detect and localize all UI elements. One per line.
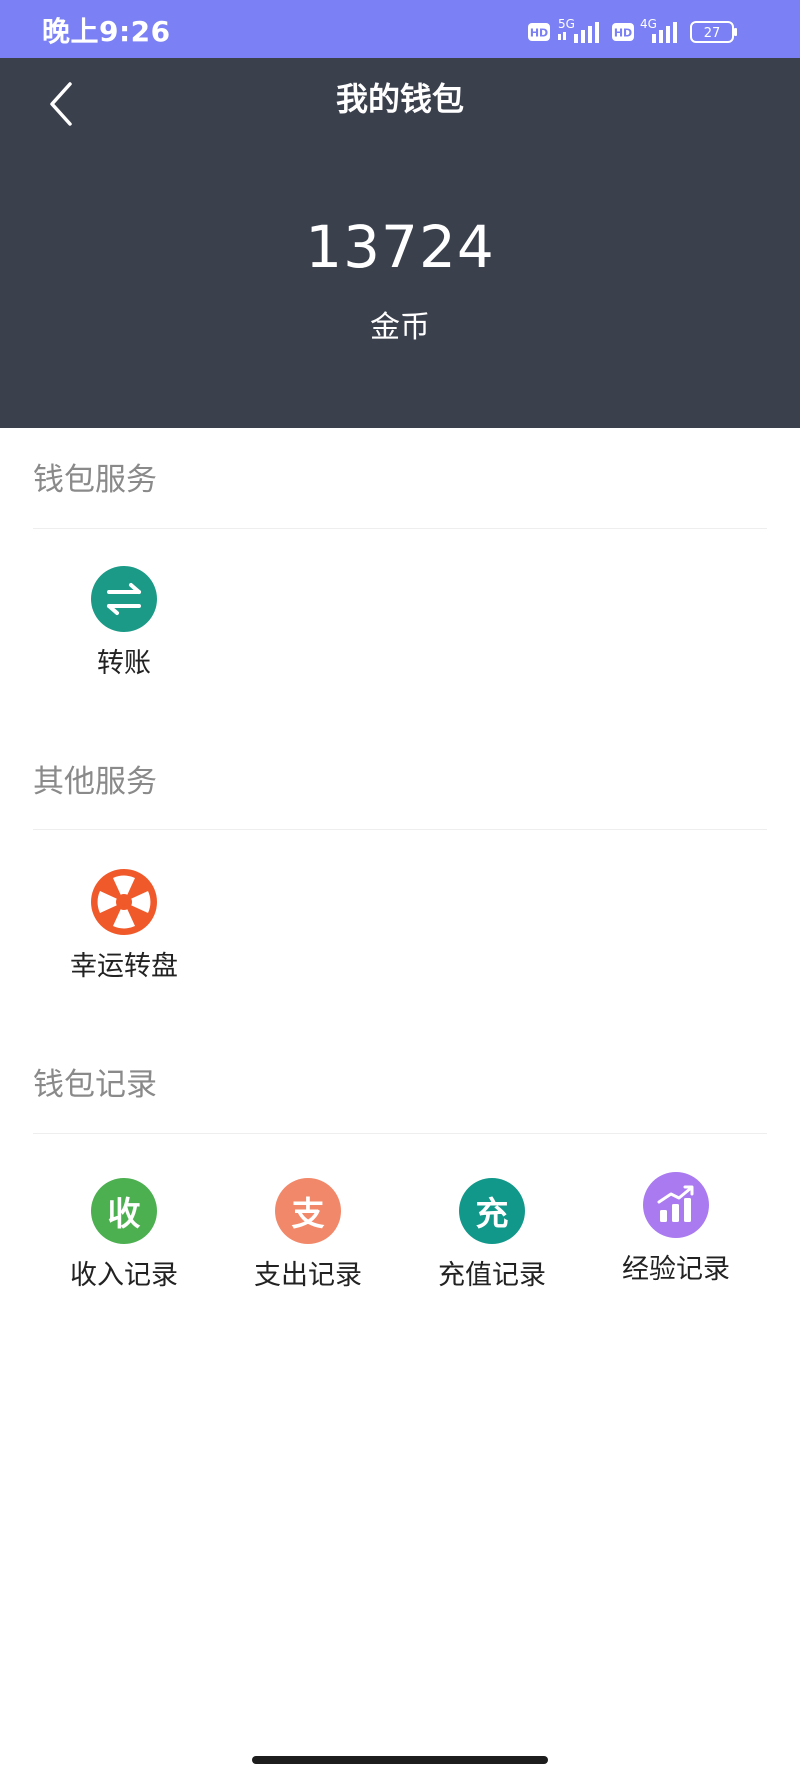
status-time: 晚上9:26 [42, 15, 171, 48]
tile-label: 充值记录 [438, 1260, 546, 1291]
income-records-button[interactable]: 收 收入记录 [32, 1178, 216, 1289]
transfer-icon [91, 566, 157, 632]
transfer-button[interactable]: 转账 [32, 566, 216, 677]
tile-label: 支出记录 [254, 1260, 362, 1291]
lucky-wheel-button[interactable]: 幸运转盘 [32, 869, 216, 980]
hd-badge-icon: HD [612, 23, 634, 45]
wallet-page: 晚上9:26 HD 5G HD 4G 27 我的钱包 13724 金币 钱包服务… [0, 0, 800, 1778]
status-bar: 晚上9:26 HD 5G HD 4G 27 [0, 0, 800, 58]
svg-text:HD: HD [614, 27, 632, 40]
experience-records-button[interactable]: 经验记录 [584, 1172, 768, 1283]
tile-label: 幸运转盘 [70, 951, 178, 982]
lucky-wheel-icon [91, 869, 157, 935]
signal-5g-icon: 5G [556, 16, 606, 50]
battery-icon: 27 [690, 20, 740, 48]
divider [33, 528, 767, 529]
tile-label: 转账 [97, 648, 151, 679]
page-title: 我的钱包 [335, 80, 464, 118]
tile-label: 经验记录 [622, 1254, 730, 1285]
svg-text:HD: HD [530, 27, 548, 40]
tile-label: 收入记录 [70, 1260, 178, 1291]
coin-balance: 13724 [305, 213, 495, 281]
section-title-other-services: 其他服务 [33, 764, 157, 800]
income-icon: 收 [91, 1178, 157, 1244]
expense-records-button[interactable]: 支 支出记录 [216, 1178, 400, 1289]
section-title-wallet-records: 钱包记录 [33, 1067, 157, 1103]
recharge-records-button[interactable]: 充 充值记录 [400, 1178, 584, 1289]
experience-chart-icon [643, 1172, 709, 1238]
wallet-header: 我的钱包 13724 金币 [0, 58, 800, 428]
expense-icon: 支 [275, 1178, 341, 1244]
status-icons: HD 5G HD 4G 27 [528, 17, 758, 50]
divider [33, 829, 767, 830]
recharge-icon: 充 [459, 1178, 525, 1244]
section-title-wallet-services: 钱包服务 [33, 462, 157, 498]
svg-text:5G: 5G [558, 17, 575, 31]
home-indicator[interactable] [252, 1756, 548, 1764]
signal-4g-icon: 4G [638, 16, 684, 50]
hd-badge-icon: HD [528, 23, 550, 45]
svg-text:27: 27 [704, 26, 721, 41]
coin-balance-label: 金币 [370, 310, 430, 345]
svg-text:4G: 4G [640, 17, 657, 31]
divider [33, 1133, 767, 1134]
